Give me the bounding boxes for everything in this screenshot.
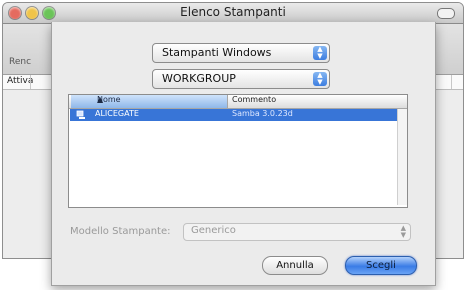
printer-computer-icon	[76, 110, 85, 119]
printer-comment: Samba 3.0.23d	[232, 109, 293, 118]
printer-model-popup: Generico ▲ ▼	[183, 223, 411, 241]
column-name-header[interactable]: Nome ▲	[71, 95, 228, 108]
connection-type-popup[interactable]: Stampanti Windows ▲ ▼	[152, 43, 330, 63]
printer-name: ALICEGATE	[95, 109, 139, 118]
printer-list-header: Nome ▲ Commento	[69, 95, 407, 109]
popup-arrows-icon: ▲ ▼	[400, 224, 406, 239]
sort-ascending-icon: ▲	[97, 95, 104, 104]
connection-type-value: Stampanti Windows	[162, 46, 272, 59]
printer-row[interactable]: ALICEGATE Samba 3.0.23d	[70, 109, 397, 121]
workgroup-popup[interactable]: WORKGROUP ▲ ▼	[152, 69, 330, 89]
column-divider	[30, 75, 31, 89]
add-printer-sheet: Stampanti Windows ▲ ▼ WORKGROUP ▲ ▼ Nome ▲…	[51, 22, 436, 286]
printer-model-label: Modello Stampante:	[70, 226, 171, 237]
column-divider	[451, 75, 452, 89]
choose-button[interactable]: Scegli	[345, 256, 417, 275]
toolbar-toggle-button[interactable]	[437, 8, 455, 19]
vertical-scrollbar[interactable]	[397, 109, 407, 205]
toolbar-item-label[interactable]: Renc	[9, 57, 31, 67]
cancel-button[interactable]: Annulla	[262, 256, 328, 275]
column-comment-header[interactable]: Commento	[232, 95, 276, 104]
printer-list: Nome ▲ Commento ALICEGATE Samba 3.0.23d	[68, 94, 408, 208]
popup-arrows-icon: ▲ ▼	[313, 46, 327, 60]
window-title: Elenco Stampanti	[180, 5, 286, 19]
popup-arrows-icon: ▲ ▼	[313, 72, 327, 86]
printer-model-value: Generico	[191, 225, 236, 236]
title-bar[interactable]: Elenco Stampanti	[3, 3, 463, 24]
workgroup-value: WORKGROUP	[162, 72, 236, 85]
